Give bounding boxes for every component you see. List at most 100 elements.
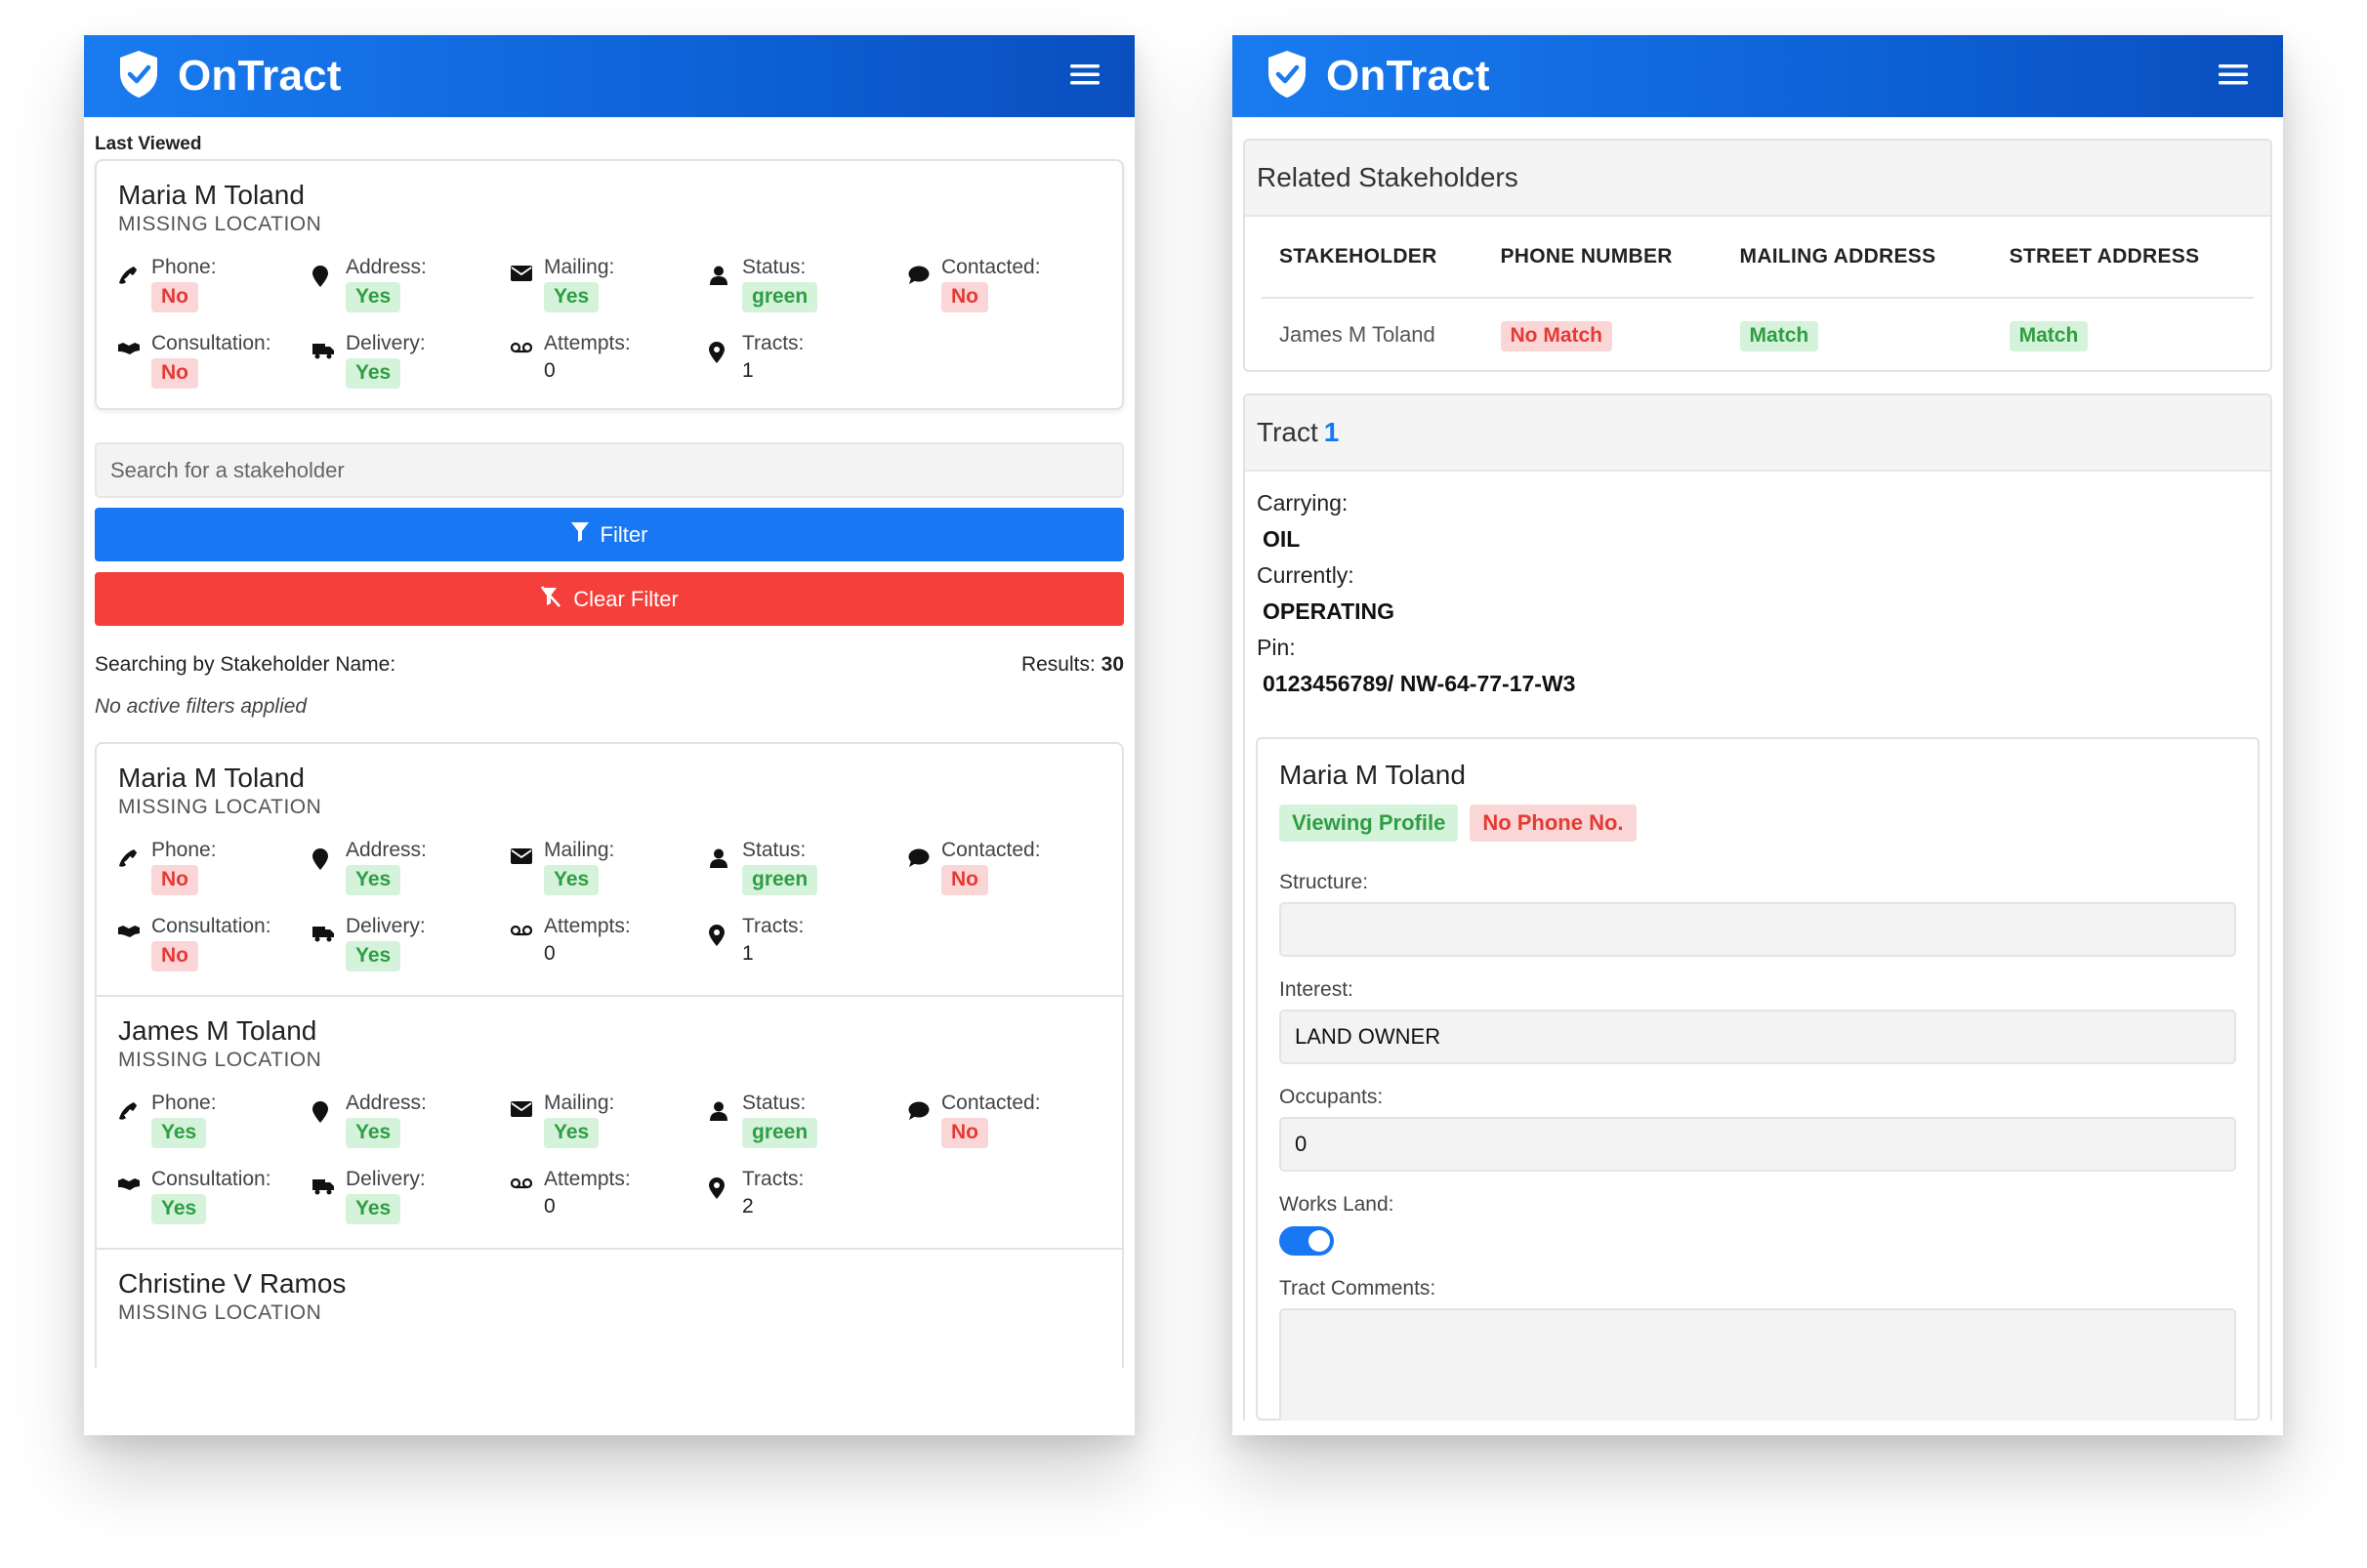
clear-filter-button[interactable]: Clear Filter: [95, 572, 1124, 626]
stakeholder-cell: James M Toland: [1279, 321, 1435, 347]
voicemail-icon: [511, 915, 544, 936]
brand-name: OnTract: [1326, 52, 1490, 100]
related-stakeholders-title: Related Stakeholders: [1245, 141, 2270, 217]
hamburger-menu-icon[interactable]: [1070, 62, 1100, 91]
consultation-badge: No: [151, 941, 198, 971]
searching-by-text: Searching by Stakeholder Name:: [95, 653, 396, 676]
stakeholder-list: Maria M Toland MISSING LOCATION Phone: No…: [95, 742, 1124, 1368]
results-count: Results: 30: [1021, 653, 1124, 677]
filter-button[interactable]: Filter: [95, 508, 1124, 561]
list-item[interactable]: Christine V Ramos MISSING LOCATION: [97, 1250, 1122, 1368]
tracts-label: Tracts:: [742, 915, 805, 937]
tracts-value: 1: [742, 359, 754, 382]
mailing-label: Mailing:: [544, 1092, 615, 1114]
brand[interactable]: OnTract: [117, 49, 342, 104]
viewing-profile-badge: Viewing Profile: [1279, 805, 1459, 842]
contacted-label: Contacted:: [941, 839, 1041, 861]
interest-label: Interest:: [1279, 978, 1353, 1001]
handshake-icon: [118, 332, 151, 355]
tract-header: Tract 1: [1245, 395, 2270, 472]
user-icon: [709, 839, 742, 868]
voicemail-icon: [511, 332, 544, 353]
occupants-label: Occupants:: [1279, 1086, 1384, 1108]
search-input[interactable]: Search for a stakeholder: [95, 442, 1124, 498]
hamburger-menu-icon[interactable]: [2219, 62, 2248, 91]
stakeholder-name: James M Toland: [118, 1015, 317, 1046]
currently-value: OPERATING: [1263, 598, 1395, 624]
related-stakeholders-panel: Related Stakeholders STAKEHOLDER PHONE N…: [1243, 139, 2272, 372]
chat-bubble-icon: [908, 256, 941, 285]
phone-badge: No: [151, 865, 198, 895]
phone-label: Phone:: [151, 256, 217, 278]
tract-number-link[interactable]: 1: [1324, 417, 1340, 448]
clear-filter-button-label: Clear Filter: [573, 586, 679, 611]
results-label: Results:: [1020, 653, 1096, 676]
contacted-badge: No: [941, 865, 988, 895]
phone-badge: No: [151, 282, 198, 312]
stakeholder-name: Maria M Toland: [118, 180, 305, 210]
delivery-label: Delivery:: [346, 332, 426, 354]
list-item[interactable]: Maria M Toland MISSING LOCATION Phone: No…: [97, 744, 1122, 997]
tract-details: Carrying: OIL Currently: OPERATING Pin: …: [1245, 472, 2270, 702]
envelope-icon: [511, 1092, 544, 1117]
mailing-badge: Yes: [544, 865, 600, 895]
delivery-label: Delivery:: [346, 915, 426, 937]
address-badge: Yes: [346, 1118, 401, 1148]
attempts-value: 0: [544, 942, 556, 965]
carrying-label: Carrying:: [1257, 490, 1349, 516]
contacted-badge: No: [941, 1118, 988, 1148]
no-phone-badge: No Phone No.: [1470, 805, 1637, 842]
app-bar: OnTract: [84, 35, 1135, 117]
stakeholder-profile-card: Maria M Toland Viewing Profile No Phone …: [1256, 737, 2260, 1421]
consultation-label: Consultation:: [151, 332, 271, 354]
last-viewed-card[interactable]: Maria M Toland MISSING LOCATION Phone: No…: [95, 159, 1124, 410]
envelope-icon: [511, 256, 544, 281]
consultation-label: Consultation:: [151, 915, 271, 937]
status-label: Status:: [742, 839, 807, 861]
street-match-badge: Match: [2009, 320, 2089, 351]
brand[interactable]: OnTract: [1266, 49, 1490, 104]
results-value: 30: [1100, 653, 1124, 676]
stakeholder-name: Christine V Ramos: [118, 1268, 347, 1299]
mailing-badge: Yes: [544, 282, 600, 312]
works-land-toggle[interactable]: [1279, 1226, 1334, 1256]
map-pin-icon: [312, 256, 346, 287]
list-item[interactable]: James M Toland MISSING LOCATION Phone: Ye…: [97, 997, 1122, 1250]
tract-comments-field[interactable]: [1279, 1308, 2236, 1421]
tracts-value: 2: [742, 1195, 754, 1217]
address-badge: Yes: [346, 282, 401, 312]
attempts-label: Attempts:: [544, 915, 631, 937]
last-viewed-label: Last Viewed: [95, 134, 202, 154]
filter-button-label: Filter: [600, 521, 648, 547]
voicemail-icon: [511, 1168, 544, 1189]
filter-icon: [570, 521, 589, 548]
toggle-knob: [1308, 1230, 1330, 1252]
handshake-icon: [118, 1168, 151, 1191]
stakeholder-name: Maria M Toland: [118, 763, 305, 793]
attempts-label: Attempts:: [544, 332, 631, 354]
contacted-label: Contacted:: [941, 1092, 1041, 1114]
map-pin-icon: [312, 1092, 346, 1123]
column-header: STAKEHOLDER: [1262, 217, 1483, 299]
status-badge: green: [742, 1118, 818, 1148]
works-land-label: Works Land:: [1279, 1193, 1394, 1216]
right-screen: OnTract Related Stakeholders STAKEHOLDER…: [1232, 35, 2283, 1435]
status-label: Status:: [742, 1092, 807, 1114]
interest-field[interactable]: LAND OWNER: [1279, 1010, 2236, 1064]
column-header: PHONE NUMBER: [1482, 217, 1723, 299]
address-label: Address:: [346, 1092, 427, 1114]
truck-icon: [312, 1168, 346, 1195]
related-stakeholders-table: STAKEHOLDER PHONE NUMBER MAILING ADDRESS…: [1262, 217, 2254, 370]
attempts-label: Attempts:: [544, 1168, 631, 1190]
column-header: STREET ADDRESS: [1991, 217, 2254, 299]
occupants-field[interactable]: 0: [1279, 1117, 2236, 1172]
map-pin-icon: [312, 839, 346, 870]
address-label: Address:: [346, 839, 427, 861]
location-pin-icon: [709, 1168, 742, 1199]
stakeholder-location: MISSING LOCATION: [118, 1301, 322, 1324]
table-row[interactable]: James M Toland No Match Match Match: [1262, 298, 2254, 370]
envelope-icon: [511, 839, 544, 864]
status-label: Status:: [742, 256, 807, 278]
structure-label: Structure:: [1279, 871, 1369, 893]
structure-field[interactable]: [1279, 902, 2236, 957]
